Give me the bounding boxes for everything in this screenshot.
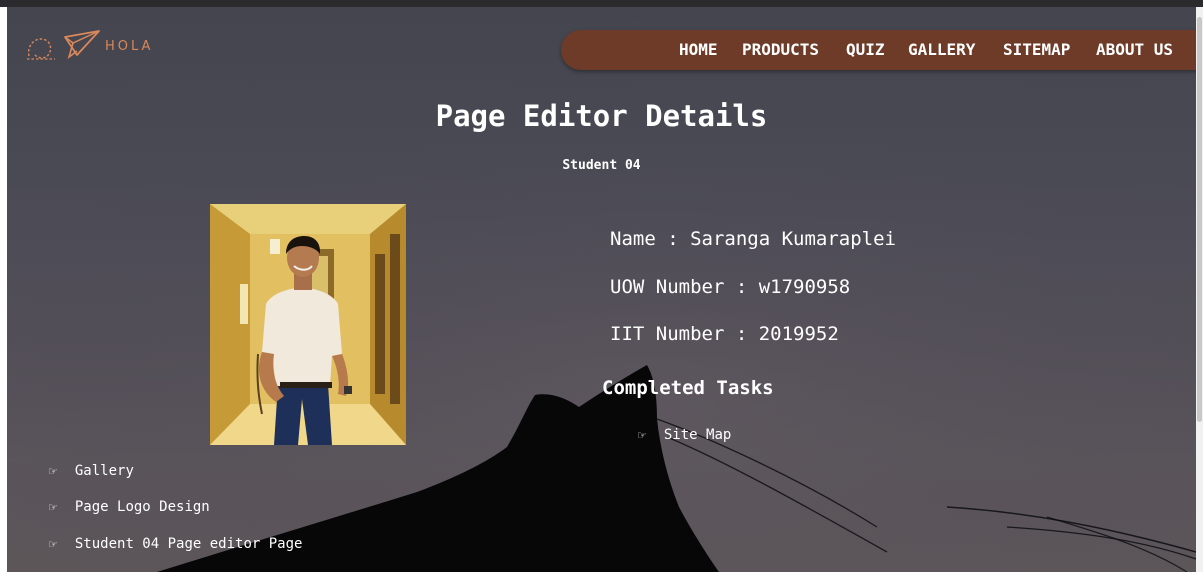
pointing-hand-icon: ☞	[48, 537, 58, 551]
nav-sitemap-link[interactable]: SITEMAP	[1003, 40, 1070, 59]
paper-plane-icon	[27, 30, 100, 60]
nav-about-us-link[interactable]: ABOUT US	[1096, 40, 1173, 59]
pointing-hand-icon: ☞	[637, 428, 647, 442]
task-label: Site Map	[663, 427, 732, 443]
student-name: Name : Saranga Kumaraplei	[610, 228, 896, 250]
nav-products-link[interactable]: PRODUCTS	[742, 40, 819, 59]
task-label: Student 04 Page editor Page	[74, 536, 303, 552]
page-subtitle: Student 04	[562, 158, 641, 173]
page-title: Page Editor Details	[435, 99, 768, 133]
list-item: ☞ Page Logo Design	[48, 499, 210, 515]
logo-text: HOLA	[105, 38, 154, 54]
uow-number: UOW Number : w1790958	[610, 276, 851, 298]
list-item: ☞ Gallery	[48, 463, 134, 479]
main-navigation: HOME PRODUCTS QUIZ GALLERY SITEMAP ABOUT…	[561, 30, 1196, 70]
list-item: ☞ Student 04 Page editor Page	[48, 536, 302, 552]
nav-gallery-link[interactable]: GALLERY	[908, 40, 975, 59]
scrollbar-thumb[interactable]	[1197, 17, 1202, 422]
page-scrollbar[interactable]	[1196, 7, 1203, 572]
task-label: Page Logo Design	[74, 499, 210, 515]
site-logo[interactable]: HOLA	[25, 29, 153, 63]
page-background: HOLA HOME PRODUCTS QUIZ GALLERY SITEMAP …	[7, 7, 1196, 572]
pointing-hand-icon: ☞	[48, 500, 58, 514]
task-label: Gallery	[74, 463, 134, 479]
completed-tasks-heading: Completed Tasks	[602, 377, 774, 399]
nav-quiz-link[interactable]: QUIZ	[846, 40, 885, 59]
profile-photo	[210, 204, 406, 445]
pointing-hand-icon: ☞	[48, 464, 58, 478]
list-item: ☞ Site Map	[637, 427, 731, 443]
browser-viewport: HOLA HOME PRODUCTS QUIZ GALLERY SITEMAP …	[0, 0, 1203, 572]
cat-silhouette-background	[7, 7, 1196, 572]
browser-frame-top	[0, 0, 1203, 7]
nav-home-link[interactable]: HOME	[679, 40, 718, 59]
iit-number: IIT Number : 2019952	[610, 323, 839, 345]
